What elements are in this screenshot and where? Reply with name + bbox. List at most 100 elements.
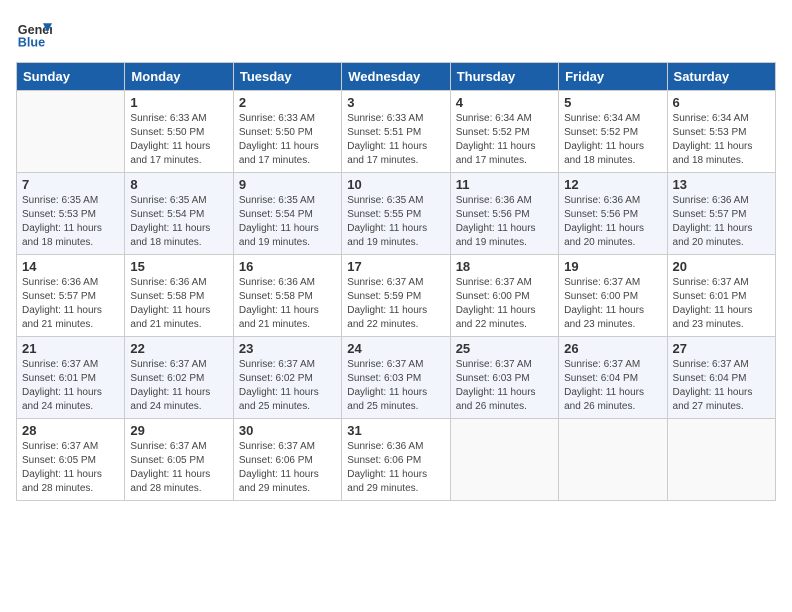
calendar-cell: 10 Sunrise: 6:35 AM Sunset: 5:55 PM Dayli… [342,173,450,255]
calendar-cell [450,419,558,501]
day-header-wednesday: Wednesday [342,63,450,91]
calendar-cell: 3 Sunrise: 6:33 AM Sunset: 5:51 PM Daylig… [342,91,450,173]
calendar-cell: 28 Sunrise: 6:37 AM Sunset: 6:05 PM Dayli… [17,419,125,501]
day-number: 28 [22,423,119,438]
calendar-cell: 31 Sunrise: 6:36 AM Sunset: 6:06 PM Dayli… [342,419,450,501]
calendar-cell: 22Sunrise: 6:37 AM Sunset: 6:02 PM Dayli… [125,337,233,419]
day-info: Sunrise: 6:37 AM Sunset: 6:05 PM Dayligh… [22,440,119,496]
day-info: Sunrise: 6:36 AM Sunset: 5:57 PM Dayligh… [22,276,119,332]
svg-text:Blue: Blue [18,36,45,50]
calendar-cell: 18Sunrise: 6:37 AM Sunset: 6:00 PM Dayli… [450,255,558,337]
day-info: Sunrise: 6:35 AM Sunset: 5:54 PM Dayligh… [130,194,227,250]
day-info: Sunrise: 6:37 AM Sunset: 6:00 PM Dayligh… [456,276,553,332]
calendar-cell: 24 Sunrise: 6:37 AM Sunset: 6:03 PM Dayli… [342,337,450,419]
calendar-week-5: 28 Sunrise: 6:37 AM Sunset: 6:05 PM Dayli… [17,419,776,501]
day-number: 1 [130,95,227,110]
day-info: Sunrise: 6:37 AM Sunset: 5:59 PM Dayligh… [347,276,444,332]
calendar-cell: 16 Sunrise: 6:36 AM Sunset: 5:58 PM Dayli… [233,255,341,337]
day-number: 13 [673,177,770,192]
calendar-cell: 27 Sunrise: 6:37 AM Sunset: 6:04 PM Dayli… [667,337,775,419]
calendar-cell: 25 Sunrise: 6:37 AM Sunset: 6:03 PM Dayli… [450,337,558,419]
day-info: Sunrise: 6:33 AM Sunset: 5:51 PM Dayligh… [347,112,444,168]
calendar-table: SundayMondayTuesdayWednesdayThursdayFrid… [16,62,776,501]
calendar-week-3: 14 Sunrise: 6:36 AM Sunset: 5:57 PM Dayli… [17,255,776,337]
day-number: 21 [22,341,119,356]
page-header: General Blue [16,16,776,52]
day-number: 19 [564,259,661,274]
day-info: Sunrise: 6:37 AM Sunset: 6:06 PM Dayligh… [239,440,336,496]
day-info: Sunrise: 6:34 AM Sunset: 5:53 PM Dayligh… [673,112,770,168]
calendar-cell: 2 Sunrise: 6:33 AM Sunset: 5:50 PM Daylig… [233,91,341,173]
day-number: 3 [347,95,444,110]
calendar-body: 1 Sunrise: 6:33 AM Sunset: 5:50 PM Daylig… [17,91,776,501]
day-info: Sunrise: 6:37 AM Sunset: 6:02 PM Dayligh… [130,358,227,414]
day-info: Sunrise: 6:36 AM Sunset: 5:57 PM Dayligh… [673,194,770,250]
day-header-sunday: Sunday [17,63,125,91]
calendar-cell: 30 Sunrise: 6:37 AM Sunset: 6:06 PM Dayli… [233,419,341,501]
calendar-cell: 5Sunrise: 6:34 AM Sunset: 5:52 PM Daylig… [559,91,667,173]
day-info: Sunrise: 6:34 AM Sunset: 5:52 PM Dayligh… [564,112,661,168]
day-number: 17 [347,259,444,274]
calendar-cell: 21Sunrise: 6:37 AM Sunset: 6:01 PM Dayli… [17,337,125,419]
calendar-week-1: 1 Sunrise: 6:33 AM Sunset: 5:50 PM Daylig… [17,91,776,173]
calendar-cell: 23 Sunrise: 6:37 AM Sunset: 6:02 PM Dayli… [233,337,341,419]
day-number: 23 [239,341,336,356]
day-number: 14 [22,259,119,274]
day-number: 16 [239,259,336,274]
day-number: 8 [130,177,227,192]
calendar-week-2: 7Sunrise: 6:35 AM Sunset: 5:53 PM Daylig… [17,173,776,255]
day-info: Sunrise: 6:36 AM Sunset: 5:56 PM Dayligh… [564,194,661,250]
day-info: Sunrise: 6:37 AM Sunset: 6:03 PM Dayligh… [347,358,444,414]
calendar-cell: 11Sunrise: 6:36 AM Sunset: 5:56 PM Dayli… [450,173,558,255]
day-info: Sunrise: 6:37 AM Sunset: 6:05 PM Dayligh… [130,440,227,496]
day-info: Sunrise: 6:37 AM Sunset: 6:04 PM Dayligh… [673,358,770,414]
calendar-cell: 20Sunrise: 6:37 AM Sunset: 6:01 PM Dayli… [667,255,775,337]
day-number: 24 [347,341,444,356]
day-info: Sunrise: 6:33 AM Sunset: 5:50 PM Dayligh… [239,112,336,168]
calendar-cell: 15 Sunrise: 6:36 AM Sunset: 5:58 PM Dayli… [125,255,233,337]
calendar-header-row: SundayMondayTuesdayWednesdayThursdayFrid… [17,63,776,91]
day-header-monday: Monday [125,63,233,91]
day-number: 26 [564,341,661,356]
day-number: 6 [673,95,770,110]
calendar-cell: 9Sunrise: 6:35 AM Sunset: 5:54 PM Daylig… [233,173,341,255]
calendar-week-4: 21Sunrise: 6:37 AM Sunset: 6:01 PM Dayli… [17,337,776,419]
calendar-cell: 14 Sunrise: 6:36 AM Sunset: 5:57 PM Dayli… [17,255,125,337]
day-number: 10 [347,177,444,192]
day-number: 12 [564,177,661,192]
calendar-cell: 8 Sunrise: 6:35 AM Sunset: 5:54 PM Daylig… [125,173,233,255]
day-header-friday: Friday [559,63,667,91]
calendar-cell: 12 Sunrise: 6:36 AM Sunset: 5:56 PM Dayli… [559,173,667,255]
day-number: 9 [239,177,336,192]
day-info: Sunrise: 6:37 AM Sunset: 6:03 PM Dayligh… [456,358,553,414]
day-number: 2 [239,95,336,110]
calendar-cell: 26 Sunrise: 6:37 AM Sunset: 6:04 PM Dayli… [559,337,667,419]
calendar-cell: 29 Sunrise: 6:37 AM Sunset: 6:05 PM Dayli… [125,419,233,501]
calendar-cell: 4Sunrise: 6:34 AM Sunset: 5:52 PM Daylig… [450,91,558,173]
day-info: Sunrise: 6:36 AM Sunset: 5:58 PM Dayligh… [239,276,336,332]
calendar-cell: 7Sunrise: 6:35 AM Sunset: 5:53 PM Daylig… [17,173,125,255]
calendar-cell: 17 Sunrise: 6:37 AM Sunset: 5:59 PM Dayli… [342,255,450,337]
day-info: Sunrise: 6:36 AM Sunset: 5:58 PM Dayligh… [130,276,227,332]
day-info: Sunrise: 6:36 AM Sunset: 5:56 PM Dayligh… [456,194,553,250]
day-number: 27 [673,341,770,356]
calendar-cell: 6 Sunrise: 6:34 AM Sunset: 5:53 PM Daylig… [667,91,775,173]
day-info: Sunrise: 6:36 AM Sunset: 6:06 PM Dayligh… [347,440,444,496]
day-header-saturday: Saturday [667,63,775,91]
day-number: 15 [130,259,227,274]
day-info: Sunrise: 6:33 AM Sunset: 5:50 PM Dayligh… [130,112,227,168]
day-info: Sunrise: 6:37 AM Sunset: 6:04 PM Dayligh… [564,358,661,414]
day-info: Sunrise: 6:37 AM Sunset: 6:02 PM Dayligh… [239,358,336,414]
day-number: 4 [456,95,553,110]
day-number: 31 [347,423,444,438]
calendar-cell [559,419,667,501]
day-info: Sunrise: 6:35 AM Sunset: 5:53 PM Dayligh… [22,194,119,250]
calendar-cell: 13 Sunrise: 6:36 AM Sunset: 5:57 PM Dayli… [667,173,775,255]
day-number: 30 [239,423,336,438]
calendar-cell [667,419,775,501]
calendar-cell [17,91,125,173]
day-info: Sunrise: 6:35 AM Sunset: 5:55 PM Dayligh… [347,194,444,250]
day-header-tuesday: Tuesday [233,63,341,91]
day-number: 29 [130,423,227,438]
day-number: 25 [456,341,553,356]
